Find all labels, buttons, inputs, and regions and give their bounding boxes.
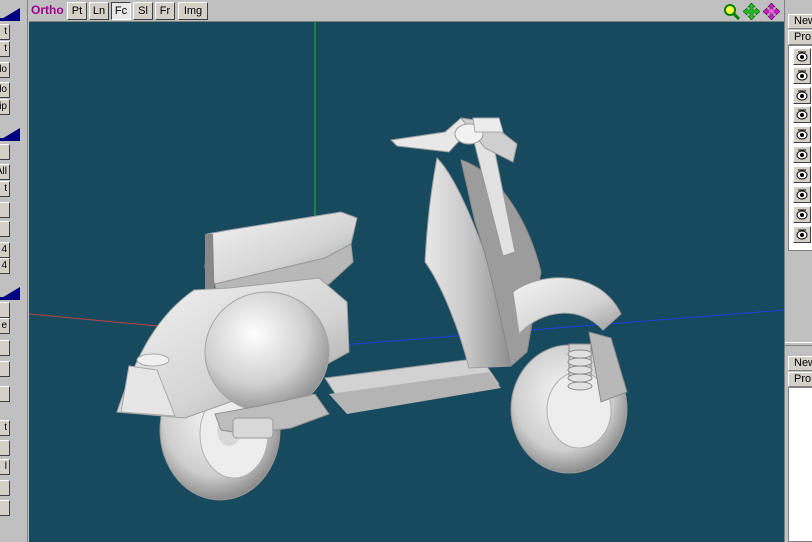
new-object-button[interactable]: New [788, 356, 812, 371]
tool-button[interactable] [0, 440, 10, 456]
tool-button[interactable]: All [0, 164, 10, 180]
visibility-toggle[interactable] [793, 166, 811, 183]
panel-collapse-tab[interactable] [0, 287, 20, 300]
tool-button[interactable] [0, 480, 10, 496]
visibility-toggle[interactable] [793, 206, 811, 223]
tool-button[interactable] [0, 302, 10, 318]
eye-icon [796, 169, 808, 180]
eye-icon [796, 149, 808, 160]
zoom-icon[interactable] [723, 3, 740, 20]
eye-icon [796, 209, 808, 220]
tool-button[interactable] [0, 202, 10, 218]
right-object-panel: New Pro New Pro [784, 0, 812, 542]
eye-icon [796, 189, 808, 200]
3d-viewport[interactable] [29, 22, 784, 542]
eye-icon [796, 109, 808, 120]
tool-button[interactable] [0, 386, 10, 402]
visibility-toggle[interactable] [793, 48, 811, 65]
tool-button[interactable]: t [0, 24, 10, 40]
visibility-toggle[interactable] [793, 126, 811, 143]
tool-button[interactable] [0, 361, 10, 377]
tool-button[interactable] [0, 221, 10, 237]
eye-icon [796, 51, 808, 62]
new-object-button[interactable]: New [788, 14, 812, 29]
visibility-toggle[interactable] [793, 87, 811, 104]
tool-button[interactable]: 4 [0, 242, 10, 258]
tool-button[interactable] [0, 144, 10, 160]
tool-button[interactable] [0, 340, 10, 356]
tool-button[interactable]: ip [0, 99, 10, 115]
tool-button[interactable] [0, 500, 10, 516]
frame-display-button[interactable]: Fr [155, 2, 175, 20]
panel-collapse-tab[interactable] [0, 8, 20, 21]
panel-collapse-tab[interactable] [0, 128, 20, 141]
eye-icon [796, 90, 808, 101]
tool-button[interactable]: t [0, 420, 10, 436]
tool-button[interactable]: lo [0, 82, 10, 98]
tool-button[interactable]: lo [0, 62, 10, 78]
tool-button[interactable]: 4 [0, 258, 10, 274]
properties-header[interactable]: Pro [788, 372, 812, 387]
scooter-model [116, 117, 628, 501]
image-display-button[interactable]: Img [178, 2, 208, 20]
points-display-button[interactable]: Pt [67, 2, 87, 20]
object-list [788, 45, 812, 251]
tool-button[interactable]: e [0, 318, 10, 334]
visibility-toggle[interactable] [793, 146, 811, 163]
viewport-toolbar: Ortho Pt Ln Fc Sl Fr Img [29, 0, 784, 22]
tool-button[interactable]: t [0, 41, 10, 57]
app-window: t t lo lo ip All t 4 4 e t l Ortho Pt Ln… [0, 0, 812, 542]
panel-splitter[interactable] [785, 342, 812, 346]
faces-display-button[interactable]: Fc [111, 2, 131, 20]
visibility-toggle[interactable] [793, 106, 811, 123]
lines-display-button[interactable]: Ln [89, 2, 109, 20]
eye-icon [796, 70, 808, 81]
pan-icon[interactable] [743, 3, 760, 20]
left-tool-panel: t t lo lo ip All t 4 4 e t l [0, 0, 28, 542]
rotate-icon[interactable] [763, 3, 780, 20]
eye-icon [796, 129, 808, 140]
tool-button[interactable]: t [0, 181, 10, 197]
tool-button[interactable]: l [0, 459, 10, 475]
eye-icon [796, 229, 808, 240]
property-list [788, 387, 812, 542]
solid-display-button[interactable]: Sl [133, 2, 153, 20]
scene-canvas [29, 22, 784, 501]
visibility-toggle[interactable] [793, 226, 811, 243]
visibility-toggle[interactable] [793, 67, 811, 84]
visibility-toggle[interactable] [793, 186, 811, 203]
projection-mode-label[interactable]: Ortho [31, 3, 64, 17]
properties-header[interactable]: Pro [788, 30, 812, 45]
